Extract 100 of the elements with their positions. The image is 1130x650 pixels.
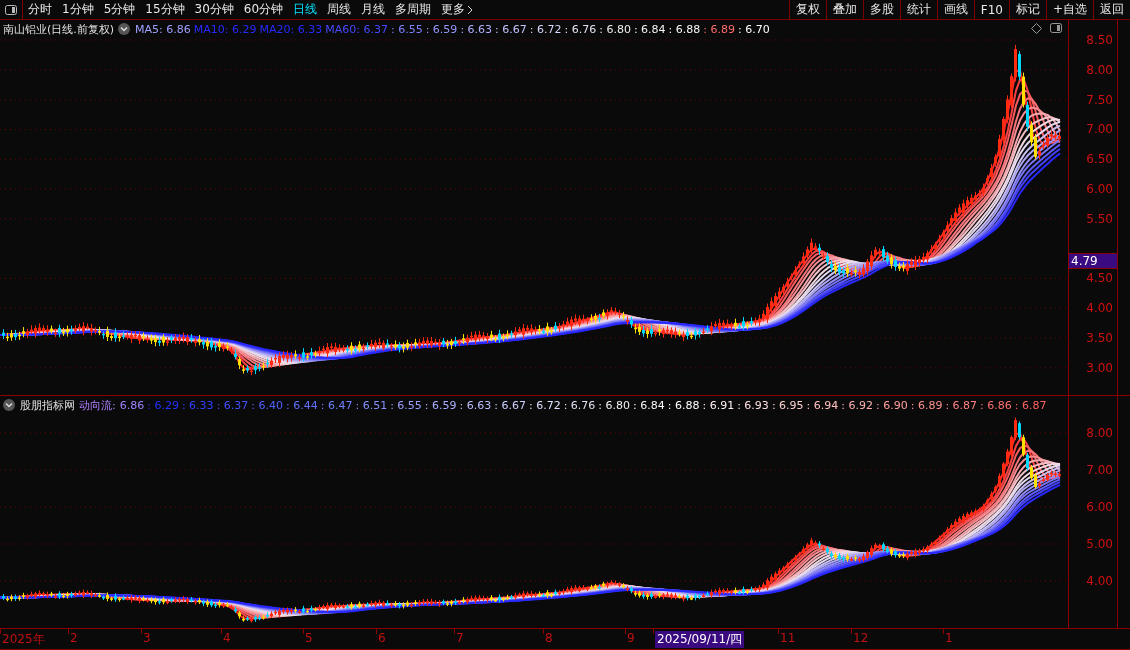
- panel-toggle-icon[interactable]: [1050, 23, 1062, 33]
- dropdown-icon[interactable]: [118, 23, 131, 35]
- indicator-value: : 6.51: [355, 398, 388, 412]
- period-tab[interactable]: 60分钟: [238, 0, 289, 19]
- date-label: 2025/09/11/四: [655, 631, 745, 648]
- indicator-value: : 6.40: [251, 398, 284, 412]
- value-label: 4.00: [1086, 574, 1113, 588]
- price-label: 4.00: [1086, 301, 1113, 316]
- date-label: 1: [945, 631, 953, 645]
- price-label: 7.00: [1086, 122, 1113, 137]
- toolbar-button[interactable]: 返回: [1093, 0, 1130, 19]
- period-tab[interactable]: 多周期: [390, 0, 437, 19]
- date-label: 6: [378, 631, 386, 645]
- indicator-value: : 6.86: [980, 398, 1012, 412]
- indicator-value: : 6.90: [876, 398, 908, 412]
- price-label: 4.50: [1086, 271, 1113, 286]
- date-label: 2025年: [2, 631, 45, 648]
- indicator-value: : 6.33: [181, 398, 214, 412]
- ma-value: : 6.76: [564, 22, 597, 36]
- ma-value: MA20: 6.33: [259, 22, 323, 36]
- indicator-value: : 6.92: [841, 398, 873, 412]
- cursor-price-label: 4.79: [1069, 253, 1117, 270]
- indicator-value: : 6.47: [320, 398, 353, 412]
- indicator-value: : 6.94: [806, 398, 839, 412]
- ma-value: : 6.55: [390, 22, 423, 36]
- ma-value: MA5: 6.86: [135, 22, 191, 36]
- period-tab[interactable]: 更多: [436, 0, 479, 19]
- price-label: 6.50: [1086, 152, 1113, 167]
- price-label: 7.50: [1086, 92, 1113, 107]
- toolbar-button[interactable]: F10: [973, 0, 1009, 19]
- date-label: 5: [305, 631, 313, 645]
- period-tab[interactable]: 30分钟: [189, 0, 239, 19]
- price-label: 8.00: [1086, 62, 1113, 77]
- indicator-value: : 6.93: [737, 398, 769, 412]
- indicator-value: : 6.87: [1014, 398, 1047, 412]
- ma-value: MA60: 6.37: [325, 22, 388, 36]
- indicator-value: : 6.87: [945, 398, 978, 412]
- price-label: 3.00: [1086, 360, 1113, 375]
- indicator-value: : 6.29: [147, 398, 179, 412]
- indicator-value: : 6.80: [598, 398, 631, 412]
- toolbar-button[interactable]: 复权: [788, 0, 826, 19]
- indicator-value: : 6.63: [459, 398, 492, 412]
- date-label: 12: [853, 631, 869, 645]
- diamond-icon[interactable]: [1031, 23, 1042, 34]
- indicator-value: : 6.76: [563, 398, 596, 412]
- value-label: 8.00: [1086, 426, 1113, 440]
- ma-value: MA10: 6.29: [193, 22, 257, 36]
- toolbar-button[interactable]: +自选: [1045, 0, 1093, 19]
- ma-value: : 6.80: [599, 22, 631, 36]
- price-label: 6.00: [1086, 182, 1113, 196]
- price-label: 8.50: [1086, 33, 1113, 47]
- date-label: 8: [545, 631, 553, 645]
- date-label: 2: [70, 631, 78, 645]
- indicator-value: : 6.59: [424, 398, 457, 412]
- date-label: 9: [627, 631, 635, 645]
- indicator-value: : 6.67: [494, 398, 526, 412]
- date-label: 11: [780, 631, 796, 645]
- ma-value: : 6.88: [668, 22, 701, 36]
- indicator-value: : 6.44: [286, 398, 318, 412]
- stock-title: 南山铝业(日线.前复权): [3, 21, 115, 37]
- period-tab[interactable]: 月线: [356, 0, 391, 19]
- period-tab[interactable]: 分时: [23, 0, 57, 19]
- ma-value: : 6.72: [529, 22, 562, 36]
- ma-value: : 6.63: [460, 22, 493, 36]
- indicator-value: : 6.37: [216, 398, 249, 412]
- indicator-value: : 6.95: [771, 398, 804, 412]
- toolbar-button[interactable]: 统计: [899, 0, 937, 19]
- indicator-value: 6.86: [119, 398, 145, 412]
- ma-value: : 6.84: [633, 22, 666, 36]
- indicator-value: : 6.91: [702, 398, 735, 412]
- period-tab[interactable]: 5分钟: [98, 0, 141, 19]
- ma-value: : 6.89: [703, 22, 735, 36]
- period-tab[interactable]: 1分钟: [57, 0, 99, 19]
- period-tab[interactable]: 周线: [322, 0, 357, 19]
- indicator-value: : 6.89: [910, 398, 943, 412]
- period-tab[interactable]: 日线: [288, 0, 323, 19]
- toolbar-button[interactable]: 多股: [862, 0, 900, 19]
- indicator-title: 股朋指标网: [20, 397, 75, 413]
- toolbar-button[interactable]: 标记: [1008, 0, 1046, 19]
- ma-value: : 6.59: [425, 22, 458, 36]
- date-label: 4: [223, 631, 231, 645]
- period-tab[interactable]: 15分钟: [140, 0, 190, 19]
- indicator-value: : 6.55: [390, 398, 422, 412]
- date-label: 7: [456, 631, 464, 645]
- panel-toggle-icon[interactable]: [5, 4, 17, 15]
- price-label: 5.50: [1086, 211, 1113, 226]
- indicator-name: 动向流:: [79, 397, 116, 413]
- toolbar-button[interactable]: 画线: [936, 0, 974, 19]
- indicator-value: : 6.88: [667, 398, 700, 412]
- chevron-icon: [467, 4, 474, 15]
- value-label: 6.00: [1086, 500, 1113, 514]
- date-label: 3: [143, 631, 151, 645]
- indicator-value: : 6.84: [633, 398, 665, 412]
- toolbar-button[interactable]: 叠加: [825, 0, 863, 19]
- price-label: 3.50: [1086, 331, 1113, 345]
- value-label: 7.00: [1086, 463, 1113, 477]
- value-label: 5.00: [1086, 537, 1113, 551]
- dropdown-icon[interactable]: [3, 399, 15, 411]
- indicator-value: : 6.72: [528, 398, 561, 412]
- ma-value: : 6.67: [495, 22, 527, 36]
